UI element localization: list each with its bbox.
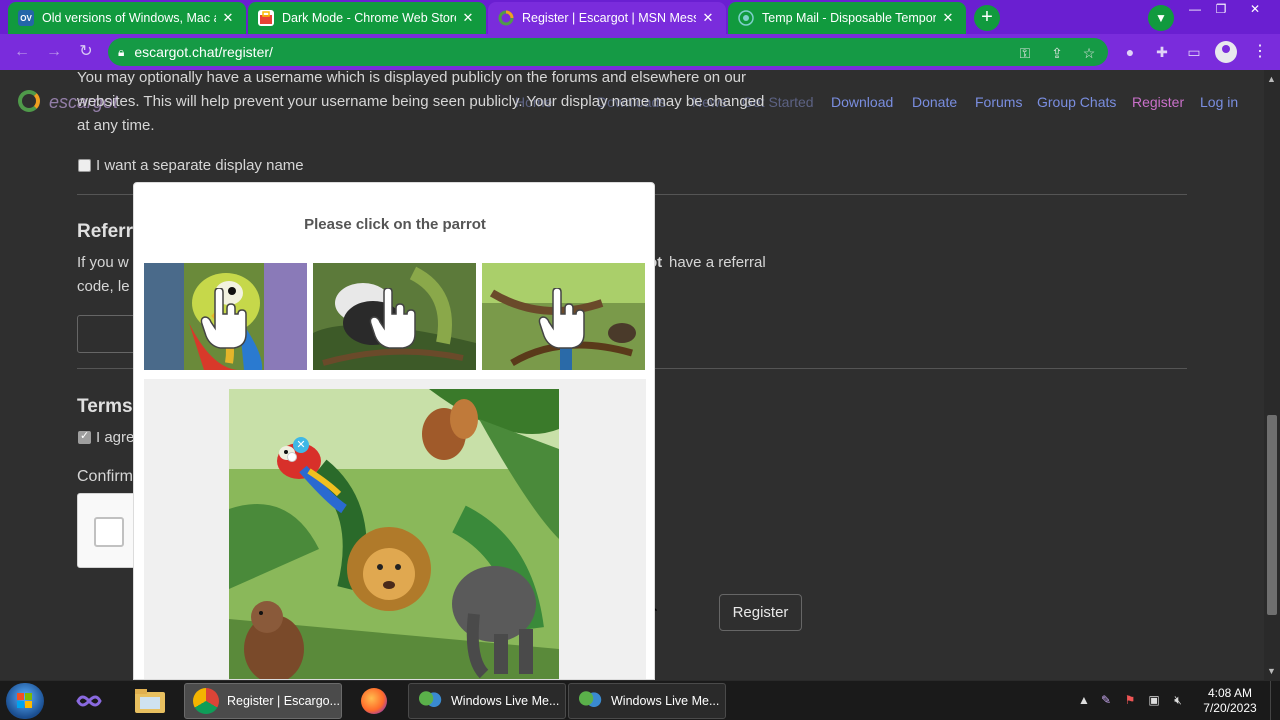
example-image-bird[interactable]: [313, 263, 476, 370]
tab-strip: OV Old versions of Windows, Mac and Linu…: [0, 0, 1280, 34]
jungle-animals-task-image[interactable]: ✕: [229, 389, 559, 679]
back-arrow-icon[interactable]: ←: [12, 42, 32, 62]
hcaptcha-checkbox[interactable]: [94, 517, 124, 547]
display-name-description-line-1: You may optionally have a username which…: [77, 70, 747, 86]
taskbar-windows-live-messenger-1[interactable]: Windows Live Me...: [408, 683, 566, 719]
referral-description-left: If you w: [77, 254, 129, 271]
clock-time: 4:08 AM: [1207, 686, 1253, 700]
separate-display-name-label[interactable]: I want a separate display name: [96, 154, 304, 178]
taskbar-app-label: Windows Live Me...: [451, 694, 560, 708]
close-window-icon[interactable]: ✕: [1242, 0, 1268, 18]
display-name-description-line-2: websites. This will help prevent your us…: [77, 93, 765, 110]
minimize-icon[interactable]: —: [1182, 0, 1208, 18]
tab-oldversion[interactable]: OV Old versions of Windows, Mac and Linu…: [8, 2, 246, 34]
tab-title: Temp Mail - Disposable Temporary Email: [762, 11, 936, 25]
hcaptcha-challenge: Please click on the parrot ✕: [133, 182, 655, 680]
display-name-description-line-3: at any time.: [77, 117, 155, 134]
taskbar-clock[interactable]: 4:08 AM 7/20/2023: [1196, 686, 1264, 716]
menu-dots-icon[interactable]: ⋮: [1252, 40, 1268, 64]
windows-logo-icon: [17, 693, 33, 709]
forward-arrow-icon[interactable]: →: [44, 42, 64, 62]
agree-terms-label[interactable]: I agre: [96, 426, 134, 450]
remove-selection-icon[interactable]: ✕: [293, 437, 309, 453]
nav-donate[interactable]: Donate: [912, 94, 957, 110]
taskbar-firefox-icon[interactable]: [352, 683, 396, 719]
address-bar[interactable]: 🔒︎ escargot.chat/register/ ⚿ ⇪ ☆: [108, 38, 1108, 66]
escargot-favicon-icon: [498, 10, 514, 26]
start-button[interactable]: [6, 683, 44, 719]
confirm-heading: Confirm: [77, 468, 134, 485]
close-icon[interactable]: ✕: [460, 10, 476, 26]
tray-network-icon[interactable]: ▣: [1146, 692, 1162, 708]
referral-description-right: have a referral: [669, 254, 766, 271]
url-text: escargot.chat/register/: [134, 44, 273, 60]
tray-action-center-flag-icon[interactable]: ⚑: [1122, 692, 1138, 708]
register-button[interactable]: Register: [719, 594, 802, 631]
bookmark-star-icon[interactable]: ☆: [1080, 44, 1098, 62]
referral-heading: Referr: [77, 221, 133, 242]
web-store-favicon-icon: [258, 10, 274, 26]
tab-search-chevron-icon[interactable]: ▼: [1148, 5, 1174, 31]
profile-avatar[interactable]: [1215, 41, 1237, 63]
tray-overflow-arrow-icon[interactable]: ▲: [1076, 692, 1092, 708]
separate-display-name-checkbox[interactable]: [78, 159, 91, 172]
page-scrollbar[interactable]: ▲ ▼: [1264, 70, 1280, 680]
tab-temp-mail[interactable]: Temp Mail - Disposable Temporary Email ✕: [728, 2, 966, 34]
challenge-prompt: Please click on the parrot: [304, 216, 486, 233]
example-image-parrot[interactable]: [144, 263, 307, 370]
browser-toolbar: ← → ↻ 🔒︎ escargot.chat/register/ ⚿ ⇪ ☆: [0, 34, 1280, 70]
restore-icon[interactable]: ❐: [1208, 0, 1234, 18]
escargot-logo-icon[interactable]: [18, 90, 40, 112]
tray-pen-icon[interactable]: ✎: [1098, 692, 1114, 708]
reload-icon[interactable]: ↻: [76, 42, 96, 62]
taskbar-windows-live-messenger-2[interactable]: Windows Live Me...: [568, 683, 726, 719]
close-icon[interactable]: ✕: [220, 10, 236, 26]
new-tab-button[interactable]: +: [974, 5, 1000, 31]
taskbar-chrome-register[interactable]: Register | Escargo...: [184, 683, 342, 719]
show-desktop-button[interactable]: [1270, 681, 1280, 720]
messenger-icon: [577, 688, 603, 714]
share-icon[interactable]: ⇪: [1048, 44, 1066, 62]
close-icon[interactable]: ✕: [940, 10, 956, 26]
nav-login[interactable]: Log in: [1200, 94, 1238, 110]
nav-register[interactable]: Register: [1132, 94, 1184, 110]
hand-pointer-icon: [200, 288, 247, 349]
agree-terms-checkbox[interactable]: [78, 429, 91, 444]
challenge-task-area: ✕: [144, 379, 646, 679]
taskbar-visual-studio-icon[interactable]: [70, 683, 108, 719]
oldversion-favicon-icon: OV: [18, 10, 34, 26]
hand-pointer-icon: [538, 288, 585, 349]
selection-marker: [287, 452, 297, 462]
tab-title: Register | Escargot | MSN Messenger: [522, 11, 696, 25]
extensions-puzzle-icon[interactable]: ✚: [1152, 42, 1172, 62]
scroll-down-arrow-icon[interactable]: ▼: [1267, 666, 1276, 676]
tab-register-escargot[interactable]: Register | Escargot | MSN Messenger ✕: [488, 2, 726, 34]
terms-heading: Terms: [77, 396, 133, 417]
tab-title: Old versions of Windows, Mac and Linux s…: [42, 11, 216, 25]
tray-volume-muted-icon[interactable]: 🔇︎: [1170, 692, 1186, 708]
lock-icon: 🔒︎: [118, 44, 125, 59]
scroll-thumb[interactable]: [1267, 415, 1277, 615]
nav-forums[interactable]: Forums: [975, 94, 1022, 110]
side-panel-icon[interactable]: ▭: [1184, 42, 1204, 62]
tab-dark-mode[interactable]: Dark Mode - Chrome Web Store ✕: [248, 2, 486, 34]
key-icon[interactable]: ⚿: [1016, 44, 1034, 62]
scroll-up-arrow-icon[interactable]: ▲: [1267, 74, 1276, 84]
tab-title: Dark Mode - Chrome Web Store: [282, 11, 456, 25]
referral-description-line-2: code, le: [77, 278, 130, 295]
taskbar-file-explorer-icon[interactable]: [128, 683, 172, 719]
nav-download[interactable]: Download: [831, 94, 893, 110]
close-icon[interactable]: ✕: [700, 10, 716, 26]
hand-pointer-icon: [369, 288, 416, 349]
taskbar-app-label: Register | Escargo...: [227, 694, 341, 708]
chrome-icon: [193, 688, 219, 714]
extension-mouse-icon[interactable]: ●: [1120, 42, 1140, 62]
temp-mail-favicon-icon: [738, 10, 754, 26]
nav-group-chats[interactable]: Group Chats: [1037, 94, 1116, 110]
windows-taskbar: Register | Escargo... Windows Live Me...…: [0, 680, 1280, 720]
taskbar-app-label: Windows Live Me...: [611, 694, 720, 708]
messenger-icon: [417, 688, 443, 714]
clock-date: 7/20/2023: [1203, 701, 1257, 715]
example-image-jungle[interactable]: [482, 263, 645, 370]
